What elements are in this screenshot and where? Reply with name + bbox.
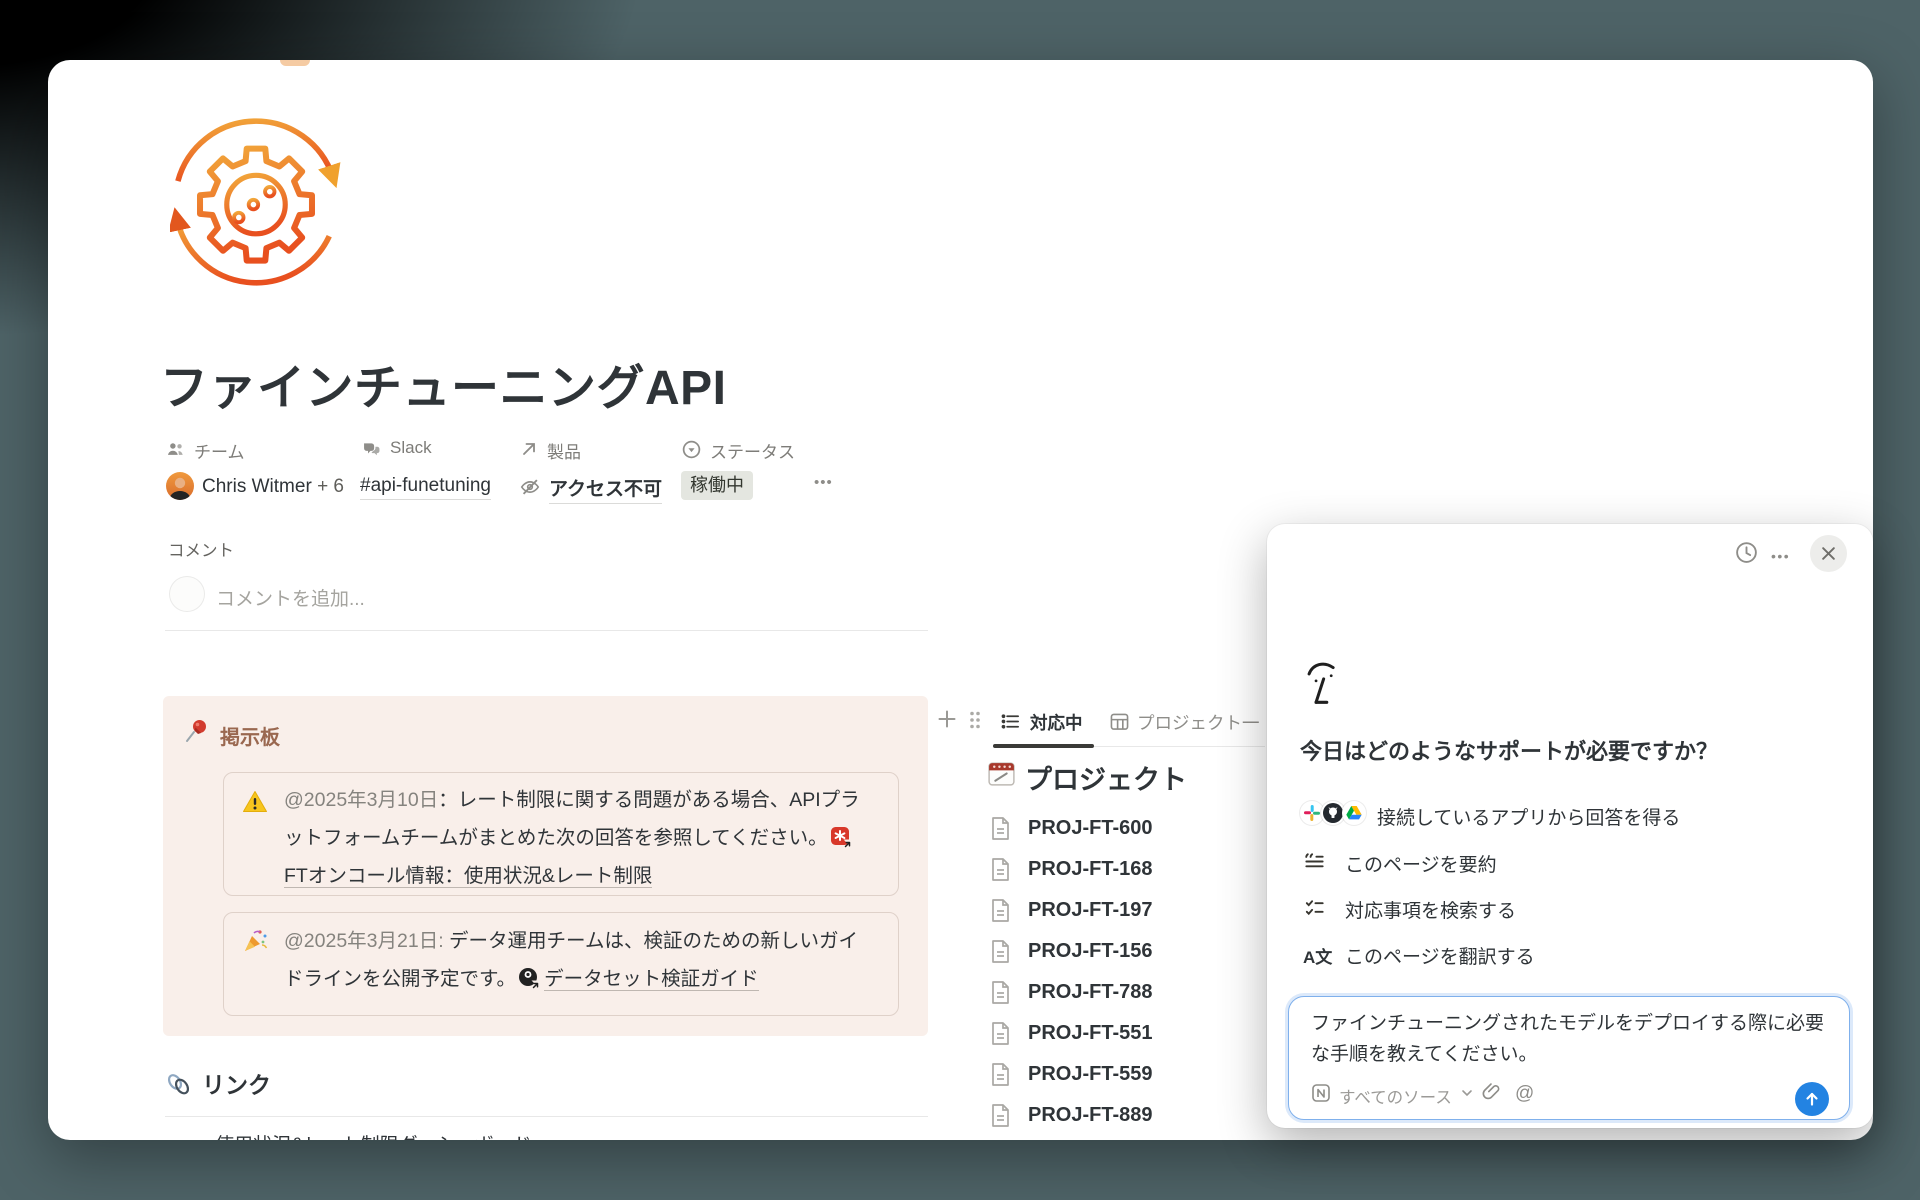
- slack-property-label[interactable]: Slack: [390, 438, 432, 458]
- slack-property-icon: [361, 439, 382, 460]
- slack-channel-value[interactable]: #api-funetuning: [360, 475, 491, 500]
- task-search-icon: [1303, 896, 1326, 919]
- comments-header: コメント: [168, 537, 234, 561]
- ai-prompt-input[interactable]: ファインチューニングされたモデルをデプロイする際に必要な手順を教えてください。 …: [1288, 996, 1850, 1120]
- tab-active-taskboard[interactable]: 対応中: [1030, 710, 1083, 735]
- summarize-icon: [1303, 850, 1326, 873]
- panel-more-button[interactable]: •••: [1771, 548, 1790, 564]
- team-property-label[interactable]: チーム: [194, 438, 245, 463]
- attach-paperclip-icon[interactable]: [1481, 1081, 1503, 1103]
- comment-input[interactable]: コメントを追加...: [216, 584, 365, 611]
- active-tab-underline: [993, 744, 1094, 748]
- close-panel-button[interactable]: [1810, 535, 1847, 572]
- divider: [165, 1116, 928, 1117]
- oncall-link[interactable]: FTオンコール情報：使用状況&レート制限: [284, 865, 652, 888]
- page-doc-icon: [990, 1103, 1011, 1128]
- team-value[interactable]: Chris Witmer + 6: [202, 476, 344, 498]
- status-property-label[interactable]: ステータス: [710, 438, 795, 463]
- eye-off-icon: [519, 476, 541, 498]
- slack-link-icon: [830, 826, 852, 848]
- add-view-button[interactable]: [936, 708, 958, 730]
- google-drive-app-icon: [1342, 801, 1366, 825]
- product-property-icon: [519, 439, 539, 459]
- board-title: 掲示板: [220, 721, 280, 750]
- notice-callout[interactable]: @2025年3月21日: データ運用チームは、検証のための新しいガイドラインを公…: [223, 912, 899, 1016]
- translate-icon: A文: [1303, 943, 1332, 968]
- notice-callout[interactable]: @2025年3月10日：レート制限に関する問題がある場合、APIプラットフォーム…: [223, 772, 899, 896]
- page-doc-icon: [990, 857, 1011, 882]
- date-mention[interactable]: @2025年3月10日: [284, 789, 438, 811]
- project-collection-title: プロジェクト: [1025, 758, 1187, 797]
- clipped-top-element: [280, 60, 310, 66]
- source-selector[interactable]: すべてのソース: [1339, 1084, 1452, 1108]
- page-icon-gear[interactable]: [170, 116, 342, 288]
- page-doc-icon: [990, 980, 1011, 1005]
- product-value[interactable]: アクセス不可: [549, 474, 662, 504]
- pushpin-icon: [183, 717, 210, 744]
- status-badge[interactable]: 稼働中: [681, 471, 753, 500]
- clipped-link-item[interactable]: 使用状況&レート制限ダッシュボード: [215, 1130, 532, 1140]
- desktop-background: ファインチューニングAPI チーム Slack 製品 ステータス Chris W…: [0, 0, 1920, 1200]
- page-doc-icon: [990, 1021, 1011, 1046]
- date-mention[interactable]: @2025年3月21日:: [284, 930, 444, 952]
- comment-avatar-placeholder: [169, 576, 205, 612]
- pinned-board-section: 掲示板 @2025年3月10日：レート制限に関する問題がある場合、APIプラット…: [163, 696, 928, 1036]
- notice-text: @2025年3月10日：レート制限に関する問題がある場合、APIプラットフォーム…: [284, 781, 874, 895]
- list-view-icon: [1001, 712, 1020, 731]
- team-property-icon: [165, 439, 186, 460]
- status-badge-label: 稼働中: [681, 471, 753, 500]
- avatar[interactable]: [166, 472, 194, 500]
- team-extra-count: + 6: [317, 476, 344, 497]
- dataset-guide-link[interactable]: データセット検証ガイド: [544, 968, 759, 991]
- page-doc-icon: [990, 898, 1011, 923]
- team-person-name: Chris Witmer: [202, 476, 312, 497]
- send-button[interactable]: [1795, 1082, 1829, 1116]
- mention-at-icon[interactable]: @: [1515, 1083, 1534, 1105]
- page-title: ファインチューニングAPI: [160, 348, 727, 418]
- ai-assistant-panel: ••• 今日はどのようなサポートが必要ですか？ 接続しているアプリから回答を得る…: [1267, 524, 1873, 1128]
- assistant-greeting: 今日はどのようなサポートが必要ですか？: [1300, 734, 1718, 766]
- status-property-icon: [681, 439, 702, 460]
- divider: [165, 630, 928, 631]
- notice-text: @2025年3月21日: データ運用チームは、検証のための新しいガイドラインを公…: [284, 922, 874, 998]
- table-view-icon: [1110, 713, 1129, 731]
- page-doc-icon: [990, 816, 1011, 841]
- chevron-down-icon: [1461, 1088, 1473, 1098]
- notion-source-icon: [1311, 1083, 1331, 1103]
- page-doc-icon: [990, 939, 1011, 964]
- page-doc-icon: [990, 1062, 1011, 1087]
- drag-handle[interactable]: [968, 710, 982, 730]
- tab-inactive-project-list[interactable]: プロジェクト一: [1137, 710, 1260, 735]
- history-clock-icon[interactable]: [1734, 540, 1759, 565]
- party-popper-icon: [242, 927, 269, 954]
- link-emoji-icon: [166, 1071, 192, 1097]
- ai-prompt-text[interactable]: ファインチューニングされたモデルをデプロイする際に必要な手順を教えてください。: [1311, 1008, 1828, 1070]
- links-section-title: リンク: [202, 1066, 271, 1100]
- spiral-calendar-icon: [986, 758, 1017, 789]
- page-link-icon: [518, 967, 540, 989]
- ai-face-icon: [1303, 660, 1343, 708]
- product-property-label[interactable]: 製品: [547, 438, 581, 463]
- warning-icon: [242, 789, 268, 815]
- more-properties-button[interactable]: •••: [814, 474, 833, 491]
